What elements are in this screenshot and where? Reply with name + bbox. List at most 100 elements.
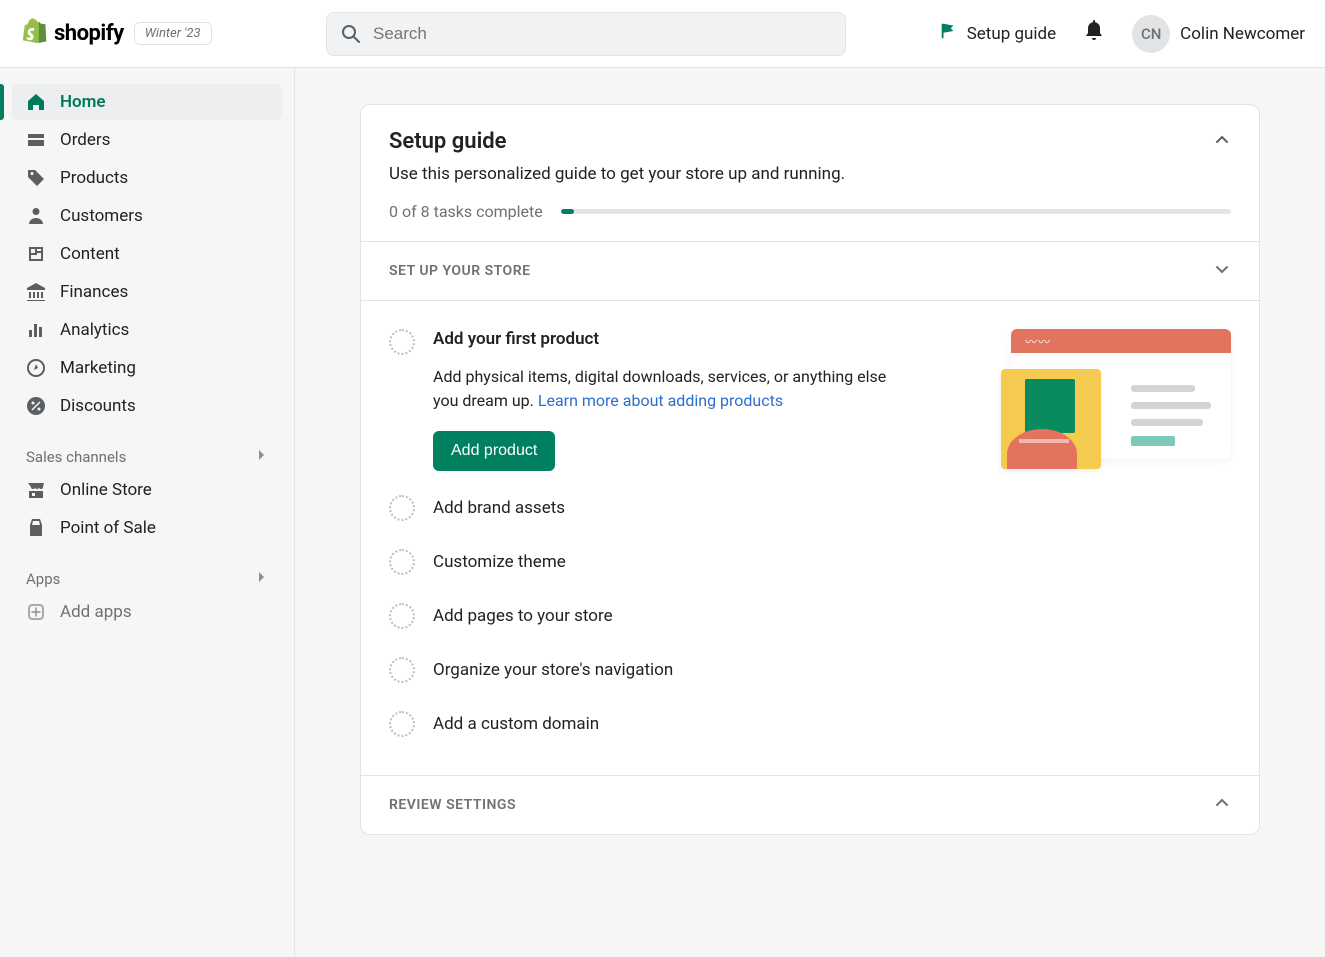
- task-add-pages[interactable]: Add pages to your store: [361, 589, 1259, 643]
- nav-label: Marketing: [60, 358, 136, 378]
- nav-customers[interactable]: Customers: [12, 198, 282, 234]
- task-organize-nav[interactable]: Organize your store's navigation: [361, 643, 1259, 697]
- task-brand-assets[interactable]: Add brand assets: [361, 481, 1259, 535]
- task-custom-domain[interactable]: Add a custom domain: [361, 697, 1259, 751]
- task-description: Add physical items, digital downloads, s…: [433, 365, 913, 413]
- task-title: Organize your store's navigation: [433, 660, 1231, 680]
- plus-icon: [26, 602, 46, 622]
- task-checkbox[interactable]: [389, 711, 415, 737]
- apps-section: Apps Add apps: [0, 564, 294, 630]
- task-list: Add your first product Add physical item…: [361, 300, 1259, 775]
- task-title: Customize theme: [433, 552, 1231, 572]
- nav-discounts[interactable]: Discounts: [12, 388, 282, 424]
- notifications-button[interactable]: [1084, 20, 1104, 47]
- nav-marketing[interactable]: Marketing: [12, 350, 282, 386]
- section-label: Sales channels: [26, 448, 126, 466]
- home-icon: [26, 92, 46, 112]
- nav-home[interactable]: Home: [12, 84, 282, 120]
- nav-label: Analytics: [60, 320, 129, 340]
- sidebar: Home Orders Products Customers Content F…: [0, 68, 295, 957]
- edition-badge: Winter '23: [134, 22, 212, 45]
- task-title: Add brand assets: [433, 498, 1231, 518]
- task-checkbox[interactable]: [389, 549, 415, 575]
- search-input[interactable]: [373, 24, 831, 44]
- bars-icon: [26, 320, 46, 340]
- progress-bar: [561, 209, 1231, 214]
- user-menu[interactable]: CN Colin Newcomer: [1132, 15, 1305, 53]
- learn-more-link[interactable]: Learn more about adding products: [538, 391, 783, 410]
- sales-channels-header[interactable]: Sales channels: [12, 442, 282, 472]
- main-content: Setup guide Use this personalized guide …: [295, 68, 1325, 957]
- task-checkbox[interactable]: [389, 603, 415, 629]
- section-review-settings-header[interactable]: Review settings: [361, 775, 1259, 834]
- section-label: Review settings: [389, 797, 516, 813]
- nav-label: Customers: [60, 206, 143, 226]
- apps-header[interactable]: Apps: [12, 564, 282, 594]
- nav-label: Home: [60, 92, 106, 112]
- task-checkbox[interactable]: [389, 329, 415, 355]
- section-setup-store-header[interactable]: Set up your store: [361, 241, 1259, 300]
- nav-label: Add apps: [60, 602, 132, 622]
- nav-label: Discounts: [60, 396, 136, 416]
- user-name: Colin Newcomer: [1180, 24, 1305, 44]
- chevron-up-icon: [1213, 794, 1231, 816]
- add-apps-button[interactable]: Add apps: [12, 594, 282, 630]
- store-icon: [26, 480, 46, 500]
- progress-fill: [561, 209, 574, 214]
- person-icon: [26, 206, 46, 226]
- collapse-button[interactable]: [1213, 131, 1231, 153]
- task-checkbox[interactable]: [389, 657, 415, 683]
- section-label: Set up your store: [389, 263, 531, 279]
- section-label: Apps: [26, 570, 60, 588]
- nav-label: Point of Sale: [60, 518, 156, 538]
- task-title: Add a custom domain: [433, 714, 1231, 734]
- nav-pos[interactable]: Point of Sale: [12, 510, 282, 546]
- task-customize-theme[interactable]: Customize theme: [361, 535, 1259, 589]
- task-checkbox[interactable]: [389, 495, 415, 521]
- bank-icon: [26, 282, 46, 302]
- flag-icon: [939, 22, 957, 45]
- shopify-bag-icon: [20, 18, 48, 50]
- nav-content[interactable]: Content: [12, 236, 282, 272]
- app-header: shopify Winter '23 Setup guide CN Colin …: [0, 0, 1325, 68]
- percent-icon: [26, 396, 46, 416]
- nav-label: Finances: [60, 282, 128, 302]
- card-subtitle: Use this personalized guide to get your …: [389, 164, 1231, 184]
- setup-guide-card: Setup guide Use this personalized guide …: [360, 104, 1260, 835]
- nav-orders[interactable]: Orders: [12, 122, 282, 158]
- nav-label: Products: [60, 168, 128, 188]
- target-icon: [26, 358, 46, 378]
- search-box[interactable]: [326, 12, 846, 56]
- task-body: Add your first product Add physical item…: [433, 329, 963, 471]
- avatar: CN: [1132, 15, 1170, 53]
- shopify-logo[interactable]: shopify: [20, 18, 124, 50]
- nav-products[interactable]: Products: [12, 160, 282, 196]
- sales-channels-section: Sales channels Online Store Point of Sal…: [0, 442, 294, 546]
- nav-label: Content: [60, 244, 120, 264]
- brand-text: shopify: [54, 21, 124, 46]
- nav-online-store[interactable]: Online Store: [12, 472, 282, 508]
- logo-group: shopify Winter '23: [20, 18, 310, 50]
- nav-label: Online Store: [60, 480, 152, 500]
- nav-label: Orders: [60, 130, 110, 150]
- card-title: Setup guide: [389, 129, 507, 154]
- task-illustration: 〰〰: [1001, 329, 1231, 469]
- search-icon: [341, 24, 361, 44]
- setup-guide-link[interactable]: Setup guide: [939, 22, 1056, 45]
- progress-text: 0 of 8 tasks complete: [389, 202, 543, 221]
- primary-nav: Home Orders Products Customers Content F…: [0, 84, 294, 424]
- nav-analytics[interactable]: Analytics: [12, 312, 282, 348]
- header-right: Setup guide CN Colin Newcomer: [939, 15, 1305, 53]
- nav-finances[interactable]: Finances: [12, 274, 282, 310]
- pos-icon: [26, 518, 46, 538]
- inbox-icon: [26, 130, 46, 150]
- add-product-button[interactable]: Add product: [433, 431, 555, 471]
- task-add-product[interactable]: Add your first product Add physical item…: [361, 319, 1259, 481]
- tag-icon: [26, 168, 46, 188]
- card-header: Setup guide Use this personalized guide …: [361, 105, 1259, 241]
- task-title: Add your first product: [433, 329, 963, 349]
- chevron-right-icon: [254, 570, 268, 588]
- progress-row: 0 of 8 tasks complete: [389, 202, 1231, 221]
- chevron-right-icon: [254, 448, 268, 466]
- search-wrap: [326, 12, 846, 56]
